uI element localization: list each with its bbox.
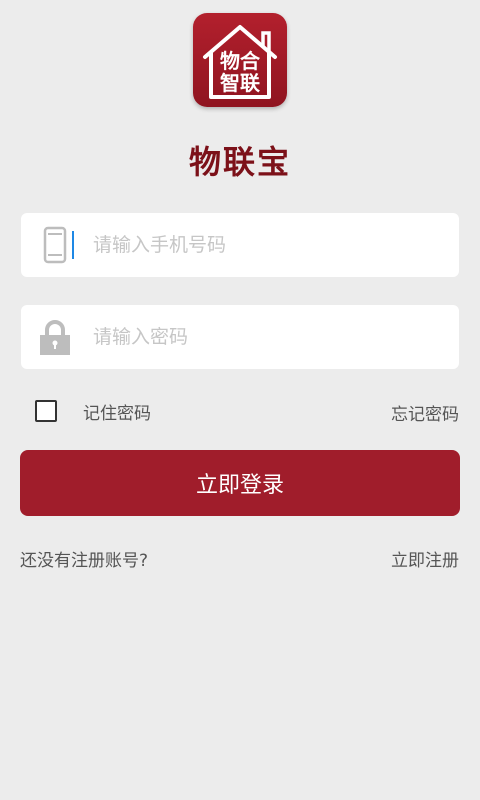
logo-text-line2: 智联 xyxy=(220,71,260,95)
phone-icon xyxy=(43,226,67,264)
password-input[interactable] xyxy=(93,305,443,369)
logo-text-line1: 物合 xyxy=(220,49,260,73)
register-link[interactable]: 立即注册 xyxy=(391,546,459,571)
text-caret xyxy=(72,231,74,259)
app-logo: 物合 智联 xyxy=(193,13,287,107)
phone-field xyxy=(21,213,459,277)
password-field xyxy=(21,305,459,369)
phone-input[interactable] xyxy=(93,213,443,277)
remember-label: 记住密码 xyxy=(83,403,151,424)
login-button[interactable]: 立即登录 xyxy=(20,450,460,516)
remember-password-row[interactable]: 记住密码 xyxy=(35,398,151,424)
forgot-password-link[interactable]: 忘记密码 xyxy=(391,400,459,425)
no-account-text: 还没有注册账号? xyxy=(20,551,149,571)
app-title: 物联宝 xyxy=(188,143,291,181)
remember-checkbox[interactable] xyxy=(35,400,57,422)
lock-icon xyxy=(40,320,70,355)
